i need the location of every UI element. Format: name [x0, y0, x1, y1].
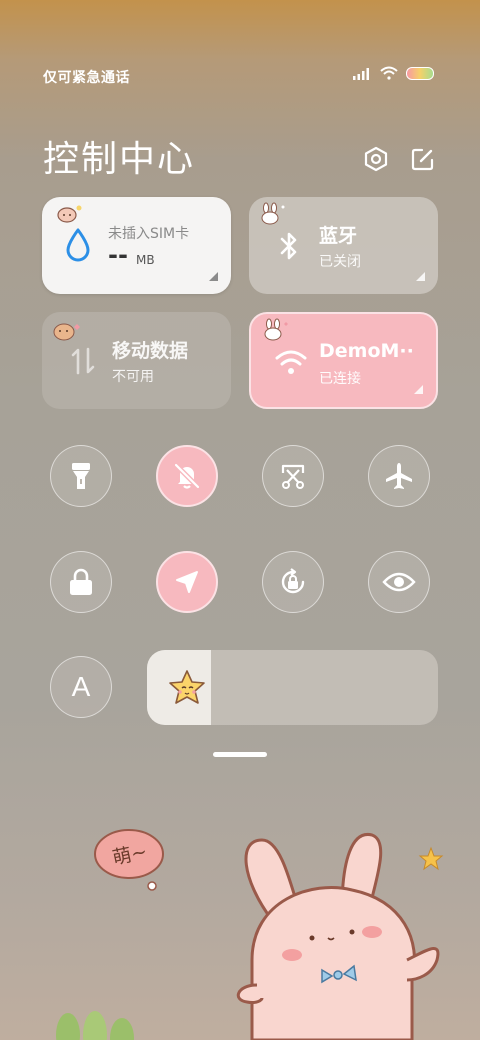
wifi-icon — [275, 350, 307, 374]
bluetooth-card[interactable]: 蓝牙 已关闭 — [249, 197, 438, 294]
bell-mute-icon — [174, 463, 200, 489]
settings-hexagon-icon — [364, 146, 388, 172]
airplane-icon — [386, 463, 412, 489]
page-title: 控制中心 — [43, 139, 196, 180]
auto-rotate-toggle[interactable] — [262, 551, 324, 613]
expand-corner-icon — [416, 272, 425, 281]
status-icons — [352, 66, 434, 80]
location-arrow-icon — [176, 571, 198, 593]
lock-icon — [70, 568, 92, 595]
edit-button[interactable] — [410, 146, 436, 172]
mobile-data-title: 移动数据 — [112, 340, 189, 362]
speech-bubble-sticker: 萌~ — [92, 826, 166, 891]
bear-sticker-icon — [53, 323, 80, 341]
sim-status-label: 未插入SIM卡 — [108, 226, 190, 242]
wifi-network-name: DemoM·· — [319, 340, 414, 362]
water-drop-icon — [66, 228, 90, 262]
signal-icon — [353, 67, 369, 80]
data-arrows-icon — [71, 347, 95, 375]
data-usage-value: -- — [108, 241, 128, 269]
mobile-data-card[interactable]: 移动数据 不可用 — [42, 312, 231, 409]
expand-corner-icon — [209, 272, 218, 281]
data-usage-unit: MB — [136, 253, 155, 267]
brightness-slider[interactable] — [147, 650, 438, 725]
battery-icon — [406, 66, 434, 80]
wifi-card[interactable]: DemoM·· 已连接 — [249, 312, 438, 409]
reading-mode-toggle[interactable] — [368, 551, 430, 613]
settings-button[interactable] — [363, 146, 389, 172]
bluetooth-icon — [280, 232, 297, 260]
bunny-sticker-icon — [264, 318, 288, 341]
drag-handle[interactable] — [213, 752, 267, 757]
location-toggle[interactable] — [156, 551, 218, 613]
status-carrier-text: 仅可紧急通话 — [43, 70, 130, 86]
bluetooth-title: 蓝牙 — [319, 225, 358, 247]
flashlight-toggle[interactable] — [50, 445, 112, 507]
star-face-icon — [169, 670, 205, 704]
airplane-toggle[interactable] — [368, 445, 430, 507]
expand-corner-icon — [414, 385, 423, 394]
wifi-status: 已连接 — [319, 371, 361, 387]
flashlight-icon — [72, 463, 90, 489]
auto-brightness-button[interactable]: A — [50, 656, 112, 718]
plant-decoration-icon — [56, 1011, 134, 1040]
mobile-data-status: 不可用 — [112, 369, 154, 385]
cat-sticker-icon — [57, 205, 82, 223]
scissors-screenshot-icon — [281, 464, 305, 489]
edit-icon — [411, 148, 434, 171]
rotate-lock-icon — [281, 568, 305, 594]
lock-screen-button[interactable] — [50, 551, 112, 613]
auto-brightness-label: A — [71, 671, 91, 702]
screenshot-toggle[interactable] — [262, 445, 324, 507]
data-usage-card[interactable]: 未插入SIM卡 -- MB — [42, 197, 231, 294]
wifi-icon — [380, 66, 398, 80]
bunny-illustration-icon — [236, 832, 440, 1040]
bunny-sticker-icon — [261, 202, 285, 225]
eye-icon — [382, 572, 416, 592]
bluetooth-status: 已关闭 — [319, 254, 361, 270]
mute-toggle[interactable] — [156, 445, 218, 507]
